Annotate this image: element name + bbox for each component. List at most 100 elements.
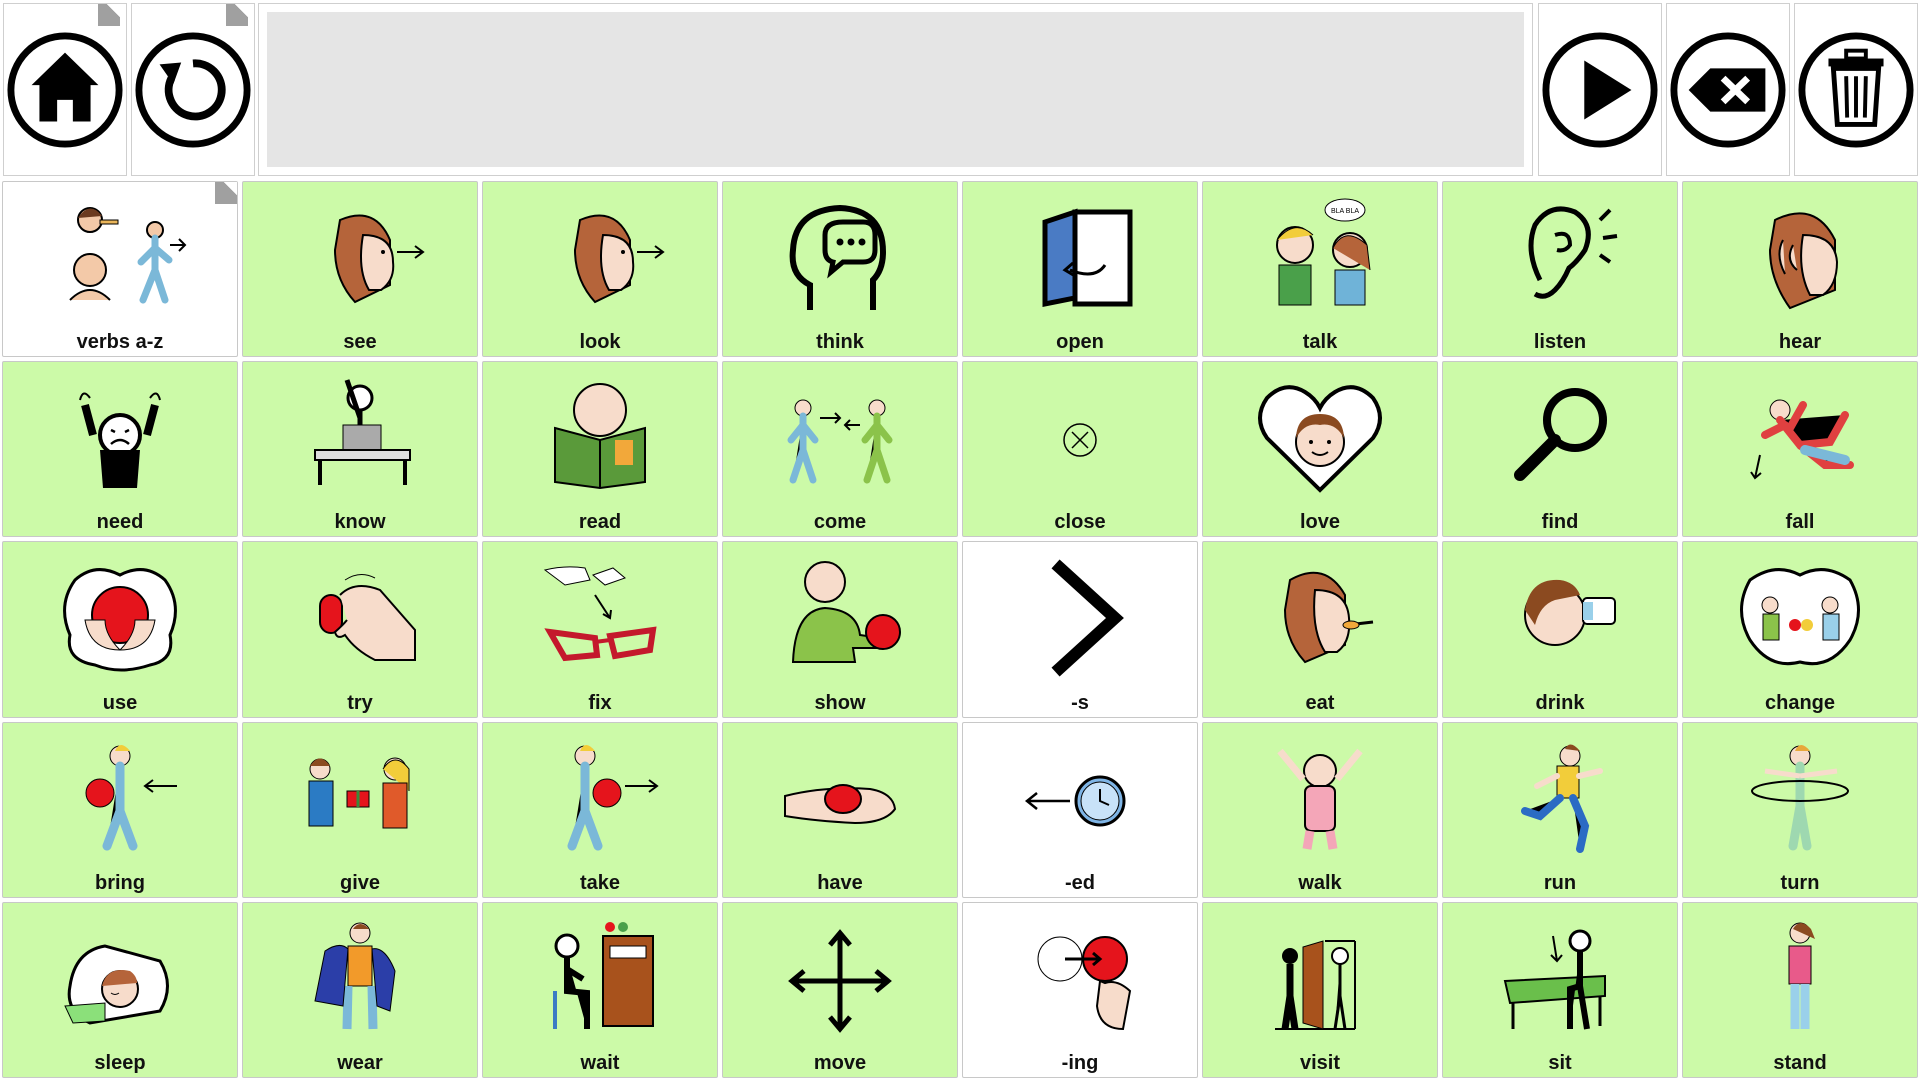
symbol-button-fix[interactable]: fix	[482, 541, 718, 718]
bring-icon	[45, 731, 195, 866]
symbol-button-think[interactable]: think	[722, 181, 958, 358]
see-icon	[285, 190, 435, 325]
symbol-button-hear[interactable]: hear	[1682, 181, 1918, 358]
symbol-label: think	[816, 331, 864, 354]
take-icon	[525, 731, 675, 866]
glasses-icon	[525, 550, 675, 685]
undo-button[interactable]	[131, 3, 255, 176]
fall-icon	[1725, 370, 1875, 505]
symbol-button-see[interactable]: see	[242, 181, 478, 358]
symbol-label: look	[579, 331, 621, 354]
symbol-label: drink	[1535, 691, 1585, 714]
drink-icon	[1485, 550, 1635, 685]
folder-corner-icon	[226, 4, 248, 26]
heart-icon	[1245, 370, 1395, 505]
message-bar[interactable]	[258, 3, 1533, 176]
symbol-button-close[interactable]: close	[962, 361, 1198, 538]
symbol-label: visit	[1299, 1051, 1341, 1074]
symbol-button-change[interactable]: change	[1682, 541, 1918, 718]
folder-corner-icon	[215, 182, 237, 204]
symbol-button-read[interactable]: read	[482, 361, 718, 538]
trash-icon	[1798, 31, 1914, 148]
symbol-button-ing[interactable]: -ing	[962, 901, 1198, 1078]
symbol-button-verbs-a-z[interactable]: verbs a-z	[2, 181, 238, 358]
symbol-button-have[interactable]: have	[722, 721, 958, 898]
symbol-button-look[interactable]: look	[482, 181, 718, 358]
use-ball-icon	[45, 550, 195, 685]
symbol-label: talk	[1302, 331, 1338, 354]
symbol-button-give[interactable]: give	[242, 721, 478, 898]
backspace-button[interactable]	[1666, 3, 1790, 176]
symbol-button-use[interactable]: use	[2, 541, 238, 718]
play-icon	[1542, 31, 1658, 148]
symbol-button-try[interactable]: try	[242, 541, 478, 718]
symbol-button-show[interactable]: show	[722, 541, 958, 718]
symbol-button-bring[interactable]: bring	[2, 721, 238, 898]
eat-walk-folder-icon	[45, 190, 195, 325]
symbol-button-turn[interactable]: turn	[1682, 721, 1918, 898]
symbol-label: wait	[580, 1051, 620, 1074]
symbol-button-find[interactable]: find	[1442, 361, 1678, 538]
symbol-label: sit	[1548, 1051, 1572, 1074]
sleep-icon	[45, 911, 195, 1046]
symbol-label: -ed	[1065, 871, 1095, 894]
symbol-button-drink[interactable]: drink	[1442, 541, 1678, 718]
need-icon	[45, 370, 195, 505]
symbol-button-s[interactable]: -s	[962, 541, 1198, 718]
think-icon	[765, 190, 915, 325]
symbol-label: show	[814, 691, 866, 714]
symbol-button-fall[interactable]: fall	[1682, 361, 1918, 538]
symbol-label: verbs a-z	[76, 331, 164, 354]
symbol-button-talk[interactable]: BLA BLA talk	[1202, 181, 1438, 358]
symbol-label: hear	[1778, 331, 1822, 354]
stand-icon	[1725, 911, 1875, 1046]
symbol-button-ed[interactable]: -ed	[962, 721, 1198, 898]
symbol-button-run[interactable]: run	[1442, 721, 1678, 898]
symbol-button-wait[interactable]: wait	[482, 901, 718, 1078]
symbol-label: know	[334, 511, 386, 534]
folder-corner-icon	[98, 4, 120, 26]
symbol-button-sleep[interactable]: sleep	[2, 901, 238, 1078]
symbol-label: close	[1054, 511, 1106, 534]
symbol-label: find	[1541, 511, 1579, 534]
symbol-button-sit[interactable]: sit	[1442, 901, 1678, 1078]
symbol-button-love[interactable]: love	[1202, 361, 1438, 538]
run-icon	[1485, 731, 1635, 866]
symbol-label: see	[343, 331, 377, 354]
symbol-button-visit[interactable]: visit	[1202, 901, 1438, 1078]
speak-button[interactable]	[1538, 3, 1662, 176]
symbol-button-move[interactable]: move	[722, 901, 958, 1078]
visit-icon	[1245, 911, 1395, 1046]
symbol-button-walk[interactable]: walk	[1202, 721, 1438, 898]
symbol-label: try	[347, 691, 373, 714]
symbol-button-open[interactable]: open	[962, 181, 1198, 358]
symbol-button-need[interactable]: need	[2, 361, 238, 538]
wait-icon	[525, 911, 675, 1046]
symbol-label: use	[102, 691, 138, 714]
symbol-label: take	[579, 871, 621, 894]
look-icon	[525, 190, 675, 325]
svg-text:BLA BLA: BLA BLA	[1331, 208, 1359, 215]
symbol-button-come[interactable]: come	[722, 361, 958, 538]
symbol-label: eat	[1305, 691, 1335, 714]
message-text	[267, 12, 1524, 167]
symbol-button-stand[interactable]: stand	[1682, 901, 1918, 1078]
symbol-button-eat[interactable]: eat	[1202, 541, 1438, 718]
push-ball-icon	[1005, 911, 1155, 1046]
undo-icon	[135, 31, 251, 148]
symbol-label: change	[1764, 691, 1836, 714]
symbol-label: have	[817, 871, 863, 894]
have-hand-icon	[765, 731, 915, 866]
symbol-label: -s	[1071, 691, 1089, 714]
symbol-button-wear[interactable]: wear	[242, 901, 478, 1078]
home-button[interactable]	[3, 3, 127, 176]
symbol-button-listen[interactable]: listen	[1442, 181, 1678, 358]
symbol-button-take[interactable]: take	[482, 721, 718, 898]
magnifier-icon	[1485, 370, 1635, 505]
symbol-grid: verbs a-z see look think open BLA BLA talk list…	[2, 181, 1918, 1078]
symbol-label: give	[339, 871, 381, 894]
symbol-button-know[interactable]: know	[242, 361, 478, 538]
clear-button[interactable]	[1794, 3, 1918, 176]
symbol-label: love	[1299, 511, 1341, 534]
move-arrows-icon	[765, 911, 915, 1046]
